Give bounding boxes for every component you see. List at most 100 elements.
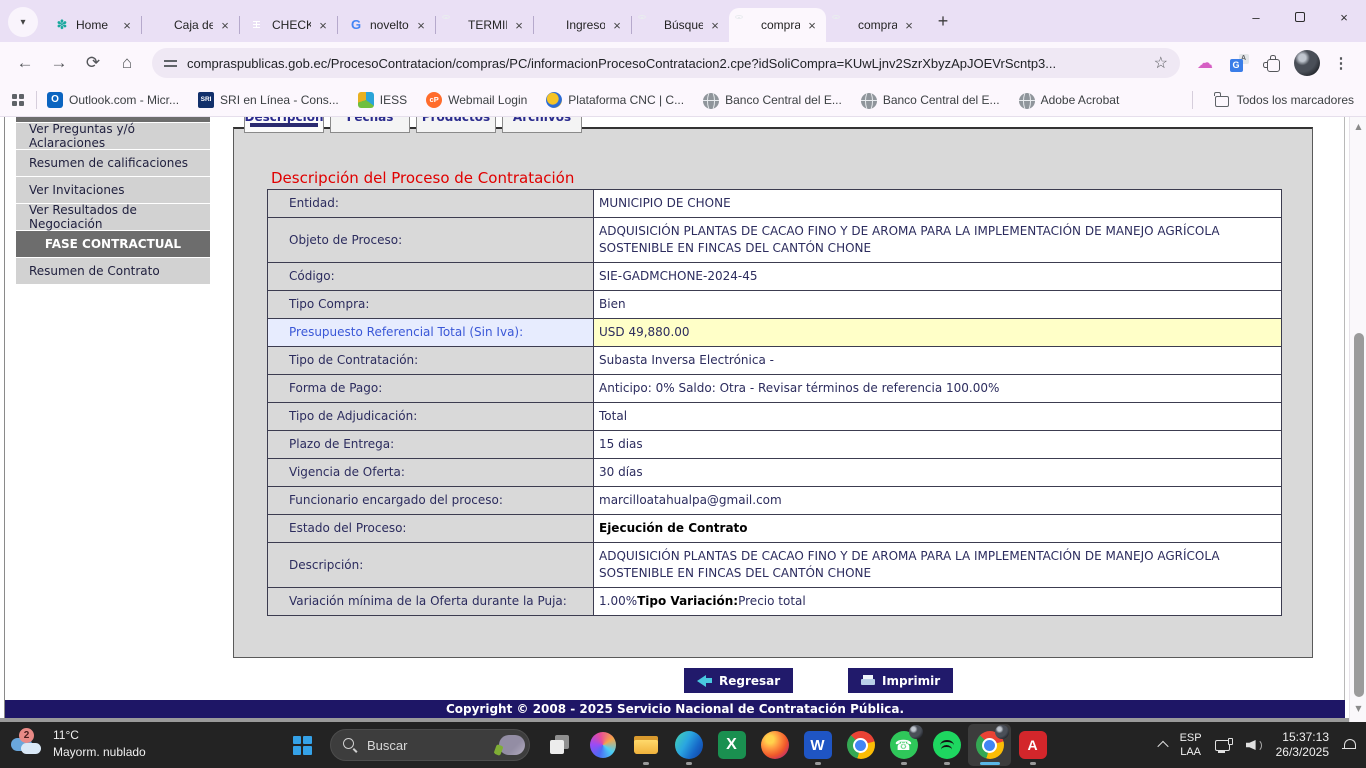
extensions-button[interactable] (1256, 46, 1290, 80)
row-label: Funcionario encargado del proceso: (268, 487, 594, 514)
content-tab-label: Fechas (347, 117, 394, 123)
taskbar-copilot-button[interactable] (581, 724, 624, 766)
taskbar-whatsapp-button[interactable] (882, 724, 925, 766)
back-button[interactable]: ← (8, 46, 42, 80)
imprimir-button[interactable]: Imprimir (848, 668, 953, 693)
taskbar-search[interactable]: Buscar (330, 729, 530, 761)
regresar-button[interactable]: Regresar (684, 668, 793, 693)
sidebar-item[interactable]: Ver Invitaciones (16, 177, 210, 203)
tab-close-icon[interactable]: × (901, 17, 917, 33)
sidebar-item[interactable]: Ver Preguntas y/ó Aclaraciones (16, 123, 210, 149)
weather-widget[interactable]: 2 11°C Mayorm. nublado (10, 727, 146, 761)
search-highlight-image (492, 732, 526, 758)
sidebar-section-header: FASE CONTRACTUAL (16, 231, 210, 257)
bookmark-item[interactable]: Plataforma CNC | C... (546, 92, 684, 108)
browser-tab[interactable]: ✽Home× (44, 8, 141, 42)
page-frame-left (4, 117, 5, 719)
taskbar-chrome-button[interactable] (839, 724, 882, 766)
row-value: 30 días (594, 459, 1281, 486)
new-tab-button[interactable]: + (929, 7, 957, 35)
tab-close-icon[interactable]: × (511, 17, 527, 33)
browser-tab[interactable]: CHECK LIS× (240, 8, 337, 42)
bookmark-item[interactable]: Banco Central del E... (861, 91, 1000, 109)
browser-tab[interactable]: Gnoveltoon× (338, 8, 435, 42)
bookmark-star-icon[interactable]: ☆ (1154, 53, 1168, 73)
value-part: Tipo Variación: (637, 593, 738, 610)
bookmark-item[interactable]: Adobe Acrobat (1019, 91, 1120, 109)
content-tab[interactable]: Descripción (244, 117, 324, 133)
taskbar-explorer-button[interactable] (624, 724, 667, 766)
minimize-button[interactable]: – (1234, 0, 1278, 34)
language-indicator[interactable]: ESP LAA (1180, 731, 1202, 759)
taskbar-spotify-button[interactable] (925, 724, 968, 766)
web-page: Ver Preguntas y/ó AclaracionesResumen de… (0, 117, 1366, 722)
bookmark-item[interactable]: Banco Central del E... (703, 91, 842, 109)
vertical-scrollbar[interactable]: ▲ ▼ (1349, 117, 1366, 722)
taskbar-word-button[interactable] (796, 724, 839, 766)
scroll-down-arrow[interactable]: ▼ (1350, 702, 1366, 716)
maximize-button[interactable] (1278, 0, 1322, 34)
bookmark-label: Banco Central del E... (883, 93, 1000, 107)
system-tray: ESP LAA 15:37:13 26/3/2025 (1159, 722, 1356, 768)
browser-tab[interactable]: Caja de he× (142, 8, 239, 42)
scrollbar-thumb[interactable] (1354, 333, 1364, 697)
tab-search-chevron-icon[interactable]: ▾ (8, 7, 38, 37)
clock[interactable]: 15:37:13 26/3/2025 (1276, 730, 1329, 760)
browser-tabs: ✽Home×Caja de he×CHECK LIS×Gnoveltoon×TE… (44, 0, 923, 42)
window-controls: – × (1234, 0, 1366, 34)
profile-avatar[interactable] (1290, 46, 1324, 80)
url-bar[interactable]: compraspublicas.gob.ec/ProcesoContrataci… (152, 48, 1180, 78)
start-button[interactable] (282, 725, 322, 765)
weather-text: 11°C Mayorm. nublado (53, 727, 146, 761)
browser-tab[interactable]: TERMINO× (436, 8, 533, 42)
taskbar-excel-button[interactable] (710, 724, 753, 766)
browser-tab[interactable]: comprasp× (826, 8, 923, 42)
content-tab[interactable]: Fechas (330, 117, 410, 133)
tab-close-icon[interactable]: × (119, 17, 135, 33)
tab-close-icon[interactable]: × (609, 17, 625, 33)
table-row: Estado del Proceso:Ejecución de Contrato (268, 515, 1281, 543)
drive-favicon (152, 17, 168, 33)
taskbar-acrobat-button[interactable] (1011, 724, 1054, 766)
all-bookmarks[interactable]: Todos los marcadores (1190, 91, 1354, 109)
tray-chevron-up-icon[interactable] (1157, 741, 1168, 752)
notifications-bell-icon[interactable] (1342, 739, 1356, 752)
content-tab[interactable]: Archivos (502, 117, 582, 133)
home-button[interactable]: ⌂ (110, 46, 144, 80)
sidebar-item[interactable]: Resumen de Contrato (16, 258, 210, 284)
browser-tab[interactable]: Ingreso al× (534, 8, 631, 42)
taskbar-firefox-button[interactable] (753, 724, 796, 766)
content-tab[interactable]: Productos (416, 117, 496, 133)
tab-close-icon[interactable]: × (315, 17, 331, 33)
tab-close-icon[interactable]: × (217, 17, 233, 33)
browser-menu-button[interactable]: ⋮ (1324, 46, 1358, 80)
browser-tab[interactable]: Búsqueda× (632, 8, 729, 42)
tab-close-icon[interactable]: × (707, 17, 723, 33)
taskbar-taskview-button[interactable] (538, 724, 581, 766)
taskbar-edge-button[interactable] (667, 724, 710, 766)
tab-close-icon[interactable]: × (804, 17, 820, 33)
tab-close-icon[interactable]: × (413, 17, 429, 33)
bookmark-item[interactable]: IESS (358, 92, 407, 108)
speaker-icon[interactable] (1246, 738, 1263, 752)
translate-icon[interactable] (1222, 46, 1256, 80)
reload-button[interactable]: ⟳ (76, 46, 110, 80)
bookmark-item[interactable]: OOutlook.com - Micr... (47, 92, 179, 108)
site-info-icon[interactable] (164, 57, 177, 69)
process-sidebar: Ver Preguntas y/ó AclaracionesResumen de… (16, 117, 210, 285)
apps-grid-icon[interactable] (12, 94, 24, 106)
bookmark-item[interactable]: SRISRI en Línea - Cons... (198, 92, 339, 108)
table-row: Objeto de Proceso:ADQUISICIÓN PLANTAS DE… (268, 218, 1281, 263)
row-label: Descripción: (268, 543, 594, 587)
scroll-up-arrow[interactable]: ▲ (1350, 120, 1366, 134)
forward-button[interactable]: → (42, 46, 76, 80)
sidebar-item[interactable]: Ver Resultados de Negociación (16, 204, 210, 230)
taskbar-chrome-button[interactable] (968, 724, 1011, 766)
network-icon[interactable] (1215, 738, 1233, 753)
close-button[interactable]: × (1322, 0, 1366, 34)
row-label: Tipo de Contratación: (268, 347, 594, 374)
weather-extension-icon[interactable]: ☁ (1188, 46, 1222, 80)
browser-tab[interactable]: comprasp× (729, 8, 826, 42)
sidebar-item[interactable]: Resumen de calificaciones (16, 150, 210, 176)
bookmark-item[interactable]: cPWebmail Login (426, 92, 527, 108)
